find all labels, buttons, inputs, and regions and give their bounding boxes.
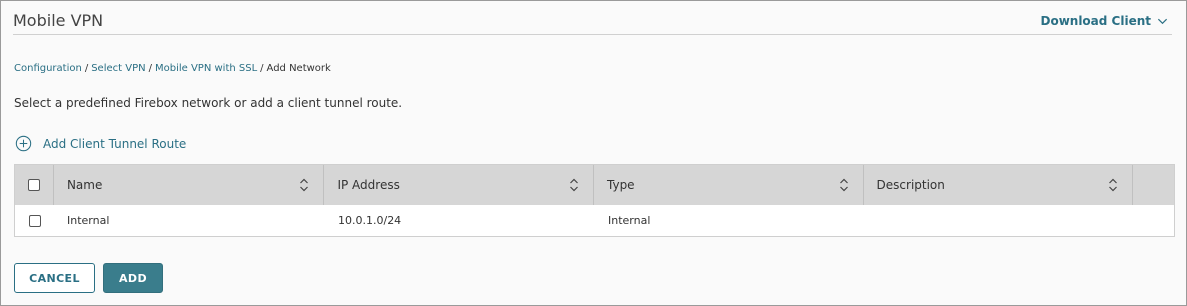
table-row[interactable]: Internal 10.0.1.0/24 Internal xyxy=(15,205,1174,236)
breadcrumb-separator: / xyxy=(260,63,264,74)
column-header-description[interactable]: Description xyxy=(864,165,1134,205)
download-client-button[interactable]: Download Client xyxy=(1040,14,1168,28)
column-header-label: Name xyxy=(66,178,103,192)
title-divider xyxy=(13,34,1172,35)
row-select-cell xyxy=(15,214,54,227)
breadcrumb: Configuration / Select VPN / Mobile VPN with… xyxy=(14,63,331,74)
add-client-tunnel-route-button[interactable]: Add Client Tunnel Route xyxy=(15,135,186,152)
instructions-text: Select a predefined Firebox network or a… xyxy=(14,96,403,110)
add-client-tunnel-route-label: Add Client Tunnel Route xyxy=(43,136,187,151)
cell-type: Internal xyxy=(608,214,651,227)
column-header-type[interactable]: Type xyxy=(594,165,864,205)
breadcrumb-separator: / xyxy=(84,63,89,74)
page-frame: Mobile VPN Download Client Configuration… xyxy=(0,0,1187,306)
breadcrumb-mobile-vpn-ssl[interactable]: Mobile VPN with SSL xyxy=(155,63,257,74)
breadcrumb-separator: / xyxy=(148,63,152,74)
column-header-label: Type xyxy=(607,178,635,192)
chevron-down-icon xyxy=(1157,18,1168,24)
breadcrumb-select-vpn[interactable]: Select VPN xyxy=(91,63,145,74)
column-header-ip-address[interactable]: IP Address xyxy=(324,165,594,205)
download-client-label: Download Client xyxy=(1040,14,1151,28)
breadcrumb-current: Add Network xyxy=(266,63,331,74)
sort-icon xyxy=(839,178,848,192)
add-button[interactable]: ADD xyxy=(103,263,163,293)
column-header-name[interactable]: Name xyxy=(54,165,325,205)
cancel-button[interactable]: CANCEL xyxy=(14,263,95,293)
plus-circle-icon xyxy=(15,135,32,152)
table-body: Internal 10.0.1.0/24 Internal xyxy=(15,205,1174,236)
page-title: Mobile VPN xyxy=(13,11,104,30)
sort-icon xyxy=(570,178,578,192)
sort-icon xyxy=(1109,178,1117,192)
select-all-checkbox[interactable] xyxy=(27,179,40,191)
column-header-label: Description xyxy=(876,178,945,192)
sort-icon xyxy=(300,178,309,192)
select-all-cell xyxy=(15,165,54,205)
row-checkbox[interactable] xyxy=(28,214,41,227)
networks-table: Name IP Address Type Description Interna… xyxy=(14,164,1175,237)
cell-ip-address: 10.0.1.0/24 xyxy=(338,214,402,227)
column-header-label: IP Address xyxy=(337,178,400,192)
table-header-row: Name IP Address Type Description xyxy=(15,165,1174,205)
cell-name: Internal xyxy=(67,214,110,227)
column-header-actions xyxy=(1133,165,1174,205)
breadcrumb-configuration[interactable]: Configuration xyxy=(14,63,82,74)
